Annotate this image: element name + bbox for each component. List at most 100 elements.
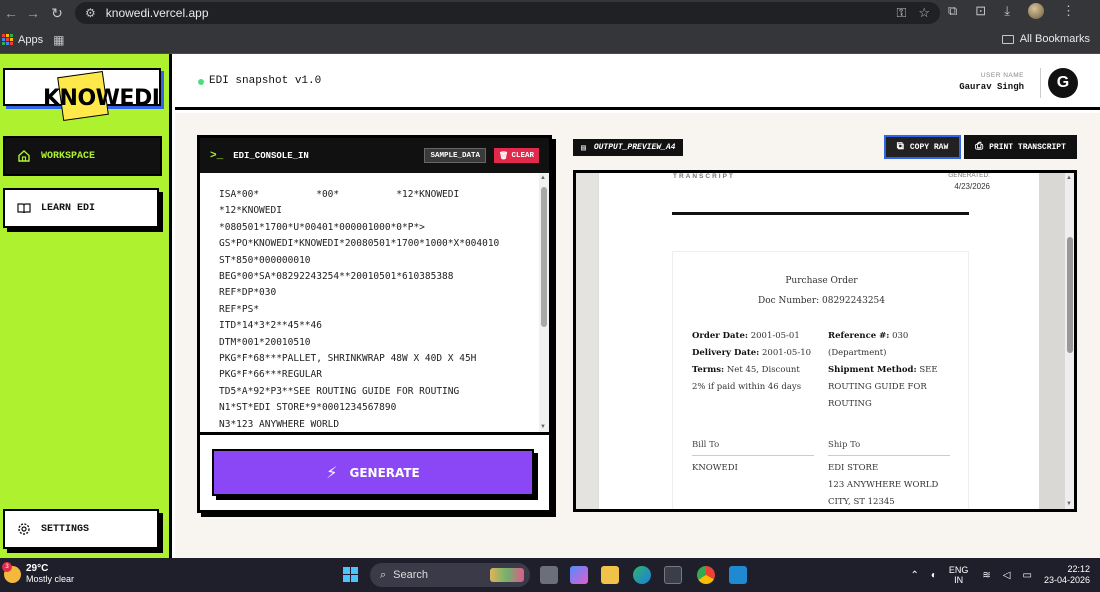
- transcript-label: TRANSCRIPT: [673, 173, 735, 180]
- weather-sun-icon: 3: [2, 561, 21, 583]
- bookmarks-bar: Apps ▦ All Bookmarks: [0, 26, 1100, 54]
- divider: [1040, 68, 1041, 98]
- edge-icon[interactable]: [633, 566, 651, 584]
- delivery-date-value: 2001-05-10: [762, 348, 812, 358]
- system-tray: ⌃ ◐ ENG IN ≋ ◁ ▭ 22:12 23-04-2026: [910, 558, 1100, 592]
- logo[interactable]: KNOWEDI: [3, 68, 161, 121]
- volume-icon[interactable]: ◁: [1003, 570, 1011, 581]
- console-header: >_ EDI_CONSOLE_IN SAMPLE_DATA 🗑 CLEAR: [200, 138, 549, 173]
- gear-icon: [17, 522, 31, 536]
- search-label: Search: [393, 569, 429, 581]
- delivery-date-label: Delivery Date:: [692, 348, 760, 358]
- date: 23-04-2026: [1043, 575, 1090, 585]
- copy-raw-label: COPY RAW: [909, 142, 949, 152]
- wifi-icon[interactable]: ≋: [982, 570, 990, 581]
- sidebar-item-label: SETTINGS: [41, 523, 90, 535]
- ship-to-address: EDI STORE 123 ANYWHERE WORLD CITY, ST 12…: [828, 460, 939, 509]
- sidebar-item-settings[interactable]: SETTINGS: [3, 509, 159, 549]
- order-info-right: Reference #: 030 (Department) Shipment M…: [828, 328, 958, 413]
- language-indicator[interactable]: ENG IN: [949, 565, 969, 585]
- language-line-2: IN: [954, 575, 964, 585]
- preview-gutter: [1039, 173, 1065, 509]
- shipment-method-label: Shipment Method:: [828, 365, 917, 375]
- apps-bookmark[interactable]: Apps: [18, 34, 43, 46]
- clear-button[interactable]: 🗑 CLEAR: [493, 148, 539, 163]
- print-transcript-button[interactable]: ⎙ PRINT TRANSCRIPT: [964, 135, 1077, 159]
- address-bar[interactable]: ⚙ knowedi.vercel.app ⚿ ☆: [75, 2, 940, 24]
- scroll-down-arrow-icon[interactable]: ▼: [540, 424, 546, 430]
- output-preview-panel[interactable]: TRANSCRIPT GENERATED: 4/23/2026 Purchase…: [573, 170, 1077, 512]
- password-key-icon[interactable]: ⚿: [896, 5, 906, 21]
- lightning-icon: ⚡: [326, 463, 338, 482]
- sidebar-item-learn-edi[interactable]: LEARN EDI: [3, 188, 159, 228]
- divider: [692, 455, 814, 456]
- forward-arrow-icon[interactable]: →: [22, 2, 44, 24]
- extensions-icon[interactable]: ⧉: [948, 3, 957, 19]
- divider: [828, 455, 950, 456]
- copy-raw-button[interactable]: ⧉ COPY RAW: [884, 135, 961, 159]
- grid-icon[interactable]: ▦: [53, 33, 64, 47]
- book-icon: [17, 201, 31, 215]
- weather-widget[interactable]: 3 29°C Mostly clear: [2, 561, 74, 585]
- copilot-icon[interactable]: [570, 566, 588, 584]
- notification-badge: 3: [2, 561, 12, 572]
- scroll-down-arrow-icon[interactable]: ▼: [1066, 501, 1072, 507]
- all-bookmarks-button[interactable]: All Bookmarks: [1001, 33, 1090, 45]
- clear-button-label: CLEAR: [511, 151, 534, 160]
- doc-title: Purchase Order: [785, 276, 858, 286]
- ship-to-line-2: 123 ANYWHERE WORLD: [828, 480, 939, 490]
- profile-avatar[interactable]: [1027, 3, 1044, 19]
- output-preview-label: OUTPUT_PREVIEW_A4: [593, 143, 676, 152]
- reference-label: Reference #:: [828, 331, 890, 341]
- site-info-icon[interactable]: ⚙: [85, 6, 96, 20]
- edi-console-panel: >_ EDI_CONSOLE_IN SAMPLE_DATA 🗑 CLEAR IS…: [197, 135, 552, 513]
- sidebar-item-workspace[interactable]: WORKSPACE: [3, 136, 162, 176]
- reload-icon[interactable]: ↻: [46, 2, 68, 24]
- print-transcript-label: PRINT TRANSCRIPT: [989, 142, 1066, 152]
- scrollbar-thumb[interactable]: [541, 187, 547, 327]
- taskbar-search[interactable]: ⌕ Search: [370, 563, 530, 587]
- shipment-line-3: ROUTING: [828, 399, 872, 409]
- task-view-icon[interactable]: [540, 566, 558, 584]
- scrollbar-thumb[interactable]: [1066, 237, 1073, 353]
- tab-search-icon[interactable]: ⊡: [975, 3, 986, 19]
- scroll-up-arrow-icon[interactable]: ▲: [540, 175, 546, 181]
- time: 22:12: [1067, 564, 1090, 574]
- file-explorer-icon[interactable]: [601, 566, 619, 584]
- transcript-rule: [672, 212, 969, 215]
- avatar[interactable]: G: [1048, 68, 1078, 98]
- language-line-1: ENG: [948, 565, 969, 575]
- copy-icon: ⧉: [896, 142, 904, 153]
- tray-app-icon[interactable]: ◐: [931, 570, 937, 581]
- generated-date: 4/23/2026: [954, 182, 990, 191]
- windows-taskbar: 3 29°C Mostly clear ⌕ Search ⌃ ◐ ENG IN …: [0, 558, 1100, 592]
- order-date-value: 2001-05-01: [750, 331, 800, 341]
- sample-data-button[interactable]: SAMPLE_DATA: [424, 148, 486, 163]
- download-icon[interactable]: ⤓: [1004, 3, 1010, 19]
- printer-icon: ⎙: [975, 142, 984, 153]
- chrome-icon[interactable]: [697, 566, 715, 584]
- chevron-up-icon[interactable]: ⌃: [910, 570, 918, 581]
- edi-input-textarea[interactable]: ISA*00* *00* *12*KNOWEDI *12*KNOWEDI *08…: [200, 173, 549, 435]
- back-arrow-icon[interactable]: ←: [0, 2, 22, 24]
- vscode-icon[interactable]: [729, 566, 747, 584]
- document-icon: ▤: [581, 143, 586, 153]
- clock[interactable]: 22:12 23-04-2026: [1044, 564, 1090, 586]
- generate-button[interactable]: ⚡ GENERATE: [212, 449, 534, 496]
- home-icon: [17, 149, 31, 163]
- bookmark-star-icon[interactable]: ☆: [918, 5, 930, 21]
- scroll-up-arrow-icon[interactable]: ▲: [1066, 175, 1072, 181]
- terms-line-2: 2% if paid within 46 days: [692, 382, 802, 392]
- menu-dots-icon[interactable]: ⋮: [1062, 3, 1075, 19]
- status-indicator: [198, 79, 204, 85]
- preview-scrollbar[interactable]: ▲ ▼: [1065, 173, 1074, 509]
- generate-button-label: GENERATE: [349, 465, 420, 480]
- battery-icon[interactable]: ▭: [1023, 570, 1032, 581]
- ship-to-line-1: EDI STORE: [828, 463, 879, 473]
- temperature: 29°C: [26, 563, 49, 574]
- console-title: EDI_CONSOLE_IN: [233, 150, 309, 161]
- start-windows-icon[interactable]: [343, 567, 358, 582]
- console-scrollbar[interactable]: ▲ ▼: [539, 173, 549, 432]
- store-icon[interactable]: [664, 566, 682, 584]
- apps-icon[interactable]: [2, 34, 13, 45]
